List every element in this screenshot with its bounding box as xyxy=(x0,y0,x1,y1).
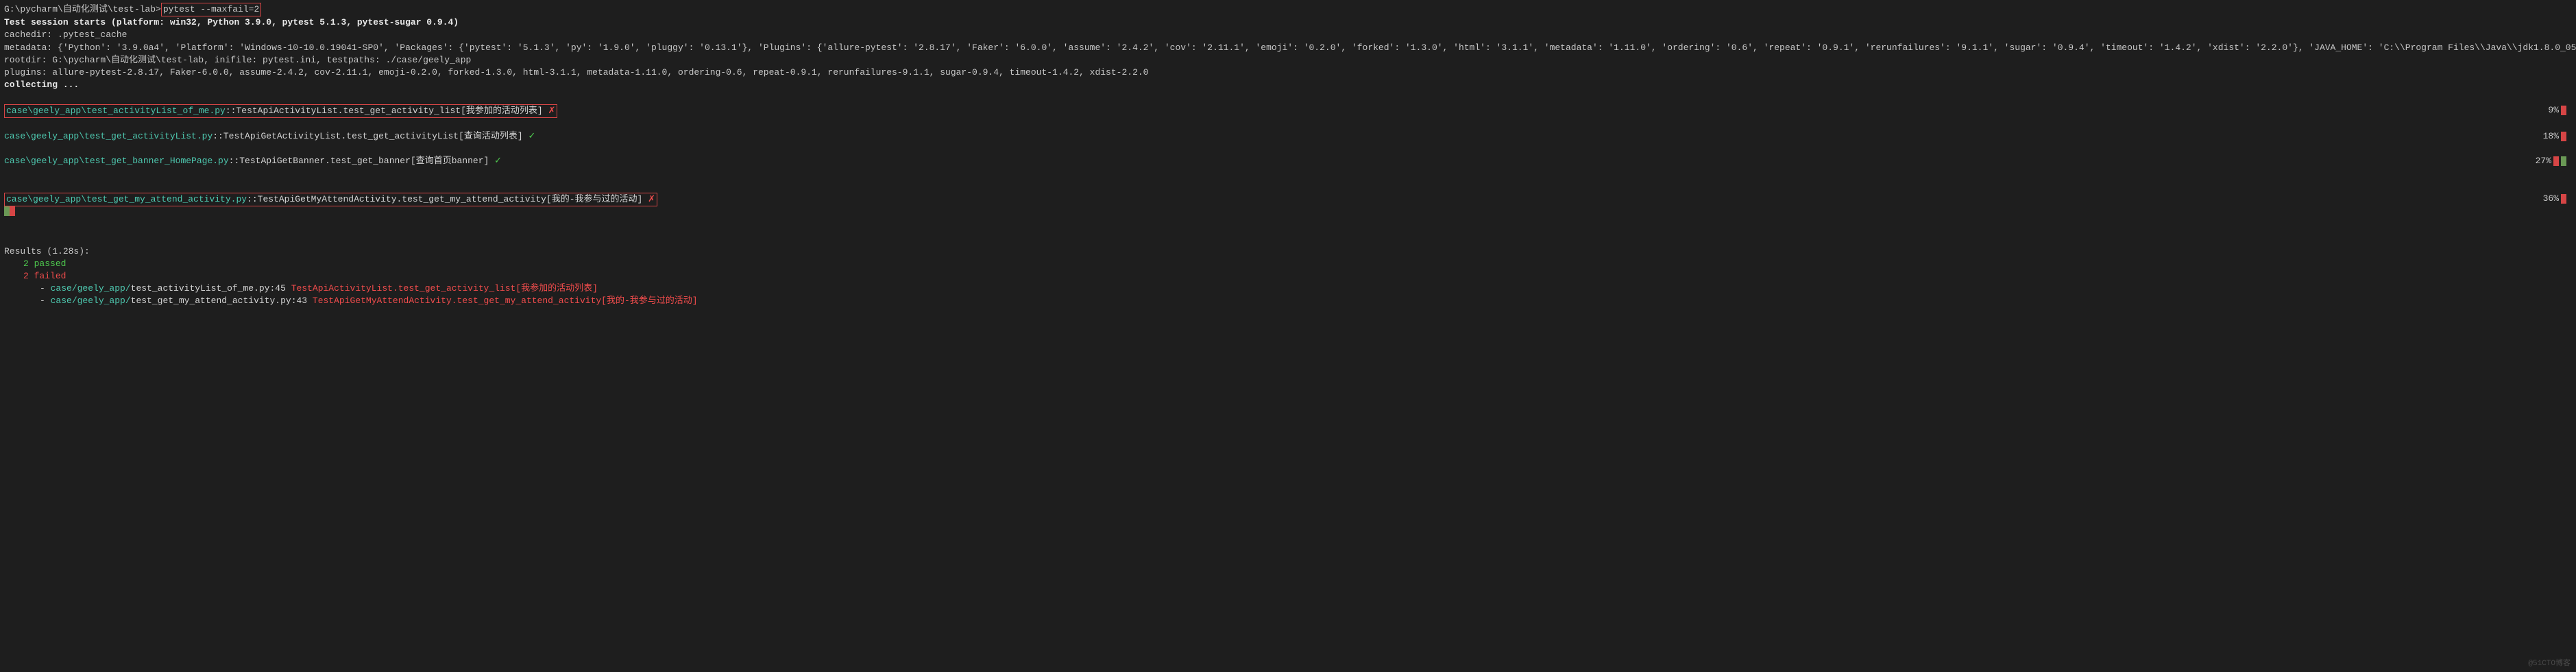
percent-3: 27% xyxy=(2536,155,2566,167)
collecting: collecting ... xyxy=(4,79,2572,91)
progress-block-icon xyxy=(4,206,10,216)
progress-block-icon xyxy=(2561,106,2566,115)
blank xyxy=(4,180,2572,193)
test1-name: ::TestApiActivityList.test_get_activity_… xyxy=(226,106,548,116)
fail2-line: :43 xyxy=(291,296,313,306)
dash: - xyxy=(40,296,51,306)
fail1-test: TestApiActivityList.test_get_activity_li… xyxy=(291,283,598,293)
progress-block-icon xyxy=(2561,156,2566,166)
fail2-path: case/geely_app/ xyxy=(51,296,131,306)
fail-detail-2: - case/geely_app/test_get_my_attend_acti… xyxy=(4,295,2572,307)
fail1-line: :45 xyxy=(269,283,291,293)
progress-block-icon xyxy=(10,206,15,216)
check-icon: ✓ xyxy=(528,131,536,141)
check-icon: ✓ xyxy=(494,156,502,166)
test4-highlight: case\geely_app\test_get_my_attend_activi… xyxy=(4,193,657,206)
fail2-test: TestApiGetMyAttendActivity.test_get_my_a… xyxy=(313,296,698,306)
cachedir: cachedir: .pytest_cache xyxy=(4,29,2572,41)
test1-path: case\geely_app\test_activityList_of_me.p… xyxy=(6,106,226,116)
dash: - xyxy=(40,283,51,293)
percent-2-text: 18% xyxy=(2543,130,2559,143)
command-highlight: pytest --maxfail=2 xyxy=(161,3,261,16)
test1-highlight: case\geely_app\test_activityList_of_me.p… xyxy=(4,104,557,118)
session-start: Test session starts (platform: win32, Py… xyxy=(4,16,2572,29)
percent-1: 9% xyxy=(2548,104,2566,117)
blank xyxy=(4,232,2572,245)
blank xyxy=(4,220,2572,232)
prompt-line: G:\pycharm\自动化测试\test-lab>pytest --maxfa… xyxy=(4,3,2572,16)
watermark: @51CTO博客 xyxy=(2528,659,2571,669)
prompt-path: G:\pycharm\自动化测试\test-lab> xyxy=(4,4,161,14)
rootdir: rootdir: G:\pycharm\自动化测试\test-lab, inif… xyxy=(4,54,2572,67)
plugins: plugins: allure-pytest-2.8.17, Faker-6.0… xyxy=(4,67,2572,79)
percent-4-text: 36% xyxy=(2543,193,2559,205)
progress-block-icon xyxy=(2553,156,2559,166)
progress-line xyxy=(4,206,2572,220)
command-text: pytest --maxfail=2 xyxy=(163,4,259,14)
test-row-2: case\geely_app\test_get_activityList.py:… xyxy=(4,130,2572,143)
fail1-file: test_activityList_of_me.py xyxy=(131,283,270,293)
failed-label: failed xyxy=(34,271,66,281)
test3-name: ::TestApiGetBanner.test_get_banner[查询首页b… xyxy=(229,156,494,166)
failed-count: 2 xyxy=(23,271,34,281)
cross-icon: ✗ xyxy=(548,106,556,116)
blank xyxy=(4,143,2572,155)
fail-detail-1: - case/geely_app/test_activityList_of_me… xyxy=(4,283,2572,295)
test3-path: case\geely_app\test_get_banner_HomePage.… xyxy=(4,156,229,166)
percent-2: 18% xyxy=(2543,130,2566,143)
fail1-path: case/geely_app/ xyxy=(51,283,131,293)
failed-line: 2 failed xyxy=(4,270,2572,283)
progress-block-icon xyxy=(2561,132,2566,141)
test2-name: ::TestApiGetActivityList.test_get_activi… xyxy=(212,131,528,141)
blank xyxy=(4,91,2572,104)
percent-3-text: 27% xyxy=(2536,155,2551,167)
test4-name: ::TestApiGetMyAttendActivity.test_get_my… xyxy=(247,194,648,204)
passed-label: passed xyxy=(34,259,66,269)
percent-4: 36% xyxy=(2543,193,2566,205)
blank xyxy=(4,167,2572,180)
percent-1-text: 9% xyxy=(2548,104,2559,117)
progress-block-icon xyxy=(2561,194,2566,204)
cross-icon: ✗ xyxy=(648,194,655,204)
test2-path: case\geely_app\test_get_activityList.py xyxy=(4,131,212,141)
test-row-1: case\geely_app\test_activityList_of_me.p… xyxy=(4,104,2572,118)
test-row-3: case\geely_app\test_get_banner_HomePage.… xyxy=(4,155,2572,167)
passed-line: 2 passed xyxy=(4,258,2572,270)
test-row-4: case\geely_app\test_get_my_attend_activi… xyxy=(4,193,2572,206)
results-header: Results (1.28s): xyxy=(4,245,2572,258)
metadata: metadata: {'Python': '3.9.0a4', 'Platfor… xyxy=(4,42,2572,54)
fail2-file: test_get_my_attend_activity.py xyxy=(131,296,291,306)
passed-count: 2 xyxy=(23,259,34,269)
test4-path: case\geely_app\test_get_my_attend_activi… xyxy=(6,194,247,204)
blank xyxy=(4,118,2572,130)
